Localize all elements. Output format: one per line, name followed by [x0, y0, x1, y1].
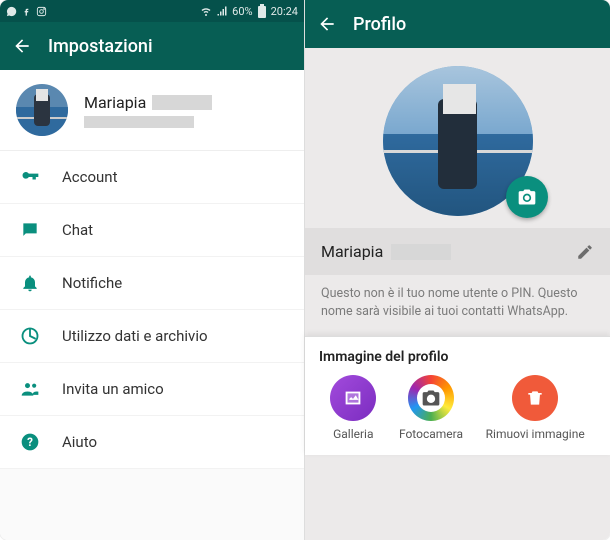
- menu-label: Notifiche: [62, 274, 122, 292]
- profile-status-redacted: [84, 116, 194, 128]
- redacted-surname: [152, 95, 212, 110]
- name-field-row[interactable]: Mariapia: [305, 228, 610, 275]
- back-button[interactable]: [12, 36, 32, 56]
- image-options-sheet: Immagine del profilo Galleria Fotocamera: [305, 336, 610, 455]
- key-icon: [20, 167, 40, 187]
- help-icon: ?: [20, 432, 40, 452]
- menu-label: Utilizzo dati e archivio: [62, 327, 208, 345]
- menu-label: Aiuto: [62, 433, 97, 451]
- menu-item-invite[interactable]: Invita un amico: [0, 363, 304, 416]
- settings-screen: 60% 20:24 Impostazioni Mariapia: [0, 0, 305, 540]
- profile-row[interactable]: Mariapia: [0, 70, 304, 150]
- whatsapp-icon: [6, 6, 17, 17]
- trash-icon: [512, 375, 558, 421]
- menu-item-chat[interactable]: Chat: [0, 204, 304, 257]
- option-label: Rimuovi immagine: [486, 427, 585, 441]
- redacted-surname: [391, 244, 451, 260]
- menu-label: Invita un amico: [62, 380, 164, 398]
- sheet-title: Immagine del profilo: [319, 349, 596, 365]
- avatar: [16, 84, 68, 136]
- page-title: Profilo: [353, 14, 406, 35]
- instagram-icon: [36, 6, 47, 17]
- menu-label: Account: [62, 168, 118, 186]
- menu-item-help[interactable]: ? Aiuto: [0, 416, 304, 469]
- signal-icon: [216, 5, 228, 17]
- camera-icon: [408, 375, 454, 421]
- profile-name-text: Mariapia: [321, 242, 383, 261]
- name-hint-text: Questo non è il tuo nome utente o PIN. Q…: [305, 275, 610, 336]
- svg-text:?: ?: [27, 435, 33, 449]
- option-label: Galleria: [333, 427, 373, 441]
- option-remove[interactable]: Rimuovi immagine: [486, 375, 585, 441]
- profile-name-text: Mariapia: [84, 93, 146, 112]
- status-bar: 60% 20:24: [0, 0, 304, 22]
- back-button[interactable]: [317, 14, 337, 34]
- battery-icon: [257, 4, 267, 18]
- clock-text: 20:24: [271, 5, 298, 18]
- profile-name: Mariapia: [84, 93, 212, 112]
- gallery-icon: [330, 375, 376, 421]
- chat-icon: [20, 220, 40, 240]
- battery-text: 60%: [232, 5, 252, 18]
- option-gallery[interactable]: Galleria: [330, 375, 376, 441]
- menu-item-data-usage[interactable]: Utilizzo dati e archivio: [0, 310, 304, 363]
- app-bar-profile: Profilo: [305, 0, 610, 48]
- page-title: Impostazioni: [48, 36, 153, 57]
- menu-item-notifications[interactable]: Notifiche: [0, 257, 304, 310]
- app-bar-settings: Impostazioni: [0, 22, 304, 70]
- option-camera[interactable]: Fotocamera: [399, 375, 463, 441]
- wifi-icon: [200, 5, 212, 17]
- bell-icon: [20, 273, 40, 293]
- option-label: Fotocamera: [399, 427, 463, 441]
- menu-item-account[interactable]: Account: [0, 151, 304, 204]
- menu-label: Chat: [62, 221, 93, 239]
- invite-icon: [20, 379, 40, 399]
- data-icon: [20, 326, 40, 346]
- pencil-icon[interactable]: [576, 243, 594, 261]
- change-photo-button[interactable]: [506, 176, 548, 218]
- profile-screen: Profilo Mariapia Questo non è il tuo nom…: [305, 0, 610, 540]
- facebook-icon: [21, 6, 32, 17]
- profile-hero: [305, 48, 610, 228]
